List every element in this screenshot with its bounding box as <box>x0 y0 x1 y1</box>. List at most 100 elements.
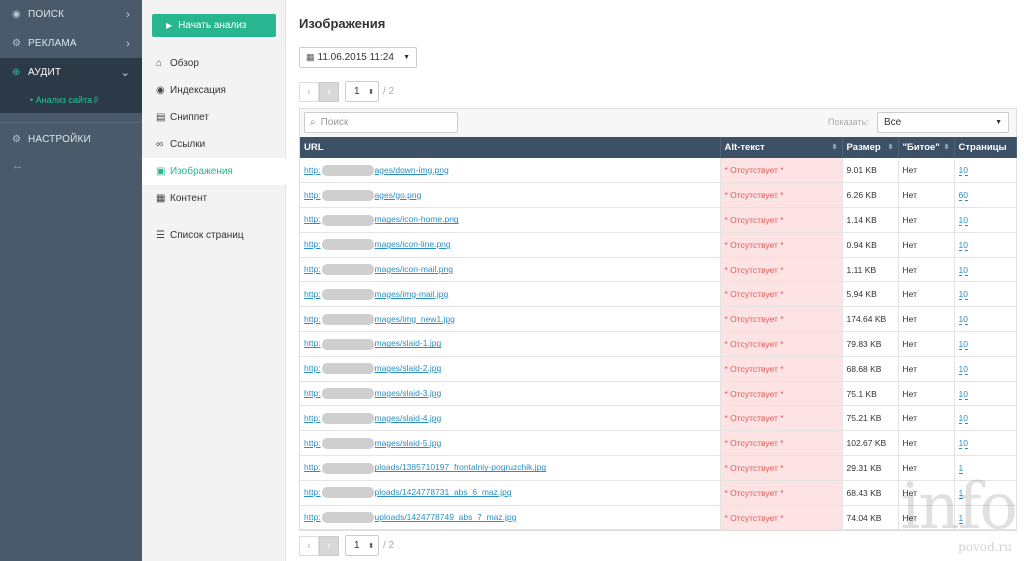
column-header-alt[interactable]: Alt-текст ⬍ <box>720 137 843 158</box>
table-row: http: ages/down-img.png * Отсутствует * 9.0… <box>300 158 1017 184</box>
url-path: mages/icon-mail.png <box>374 263 453 274</box>
pages-count-link[interactable]: 10 <box>958 388 968 400</box>
image-url-link[interactable]: http: mages/slaid-1.jpg <box>304 338 441 350</box>
url-path: mages/img_new1.jpg <box>374 313 455 324</box>
pages-count-link[interactable]: 10 <box>958 338 968 350</box>
start-analysis-label: Начать анализ <box>178 20 247 31</box>
nav-item-label: АУДИТ <box>28 67 62 78</box>
pages-count-link[interactable]: 10 <box>958 363 968 375</box>
page-number-input[interactable]: 1 ⬍ <box>345 535 379 556</box>
page-number-value: 1 <box>354 86 360 97</box>
size-cell: 174.64 KB <box>842 306 899 333</box>
caret-down-icon: ▼ <box>403 54 410 61</box>
next-page-button[interactable]: › <box>319 81 339 102</box>
url-prefix: http: <box>304 511 321 522</box>
url-prefix: http: <box>304 239 321 250</box>
table-row: http: mages/icon-home.png * Отсутствует * 1… <box>300 207 1017 233</box>
sort-icon: ⬍ <box>831 144 838 151</box>
redacted-domain <box>321 214 374 226</box>
broken-cell: Нет <box>898 182 955 209</box>
column-header-broken[interactable]: "Битое" ⬍ <box>898 137 955 158</box>
image-url-link[interactable]: http: mages/slaid-5.jpg <box>304 438 441 449</box>
link-icon: ∞ <box>156 139 164 150</box>
pages-count-link[interactable]: 10 <box>958 438 968 450</box>
caret-down-icon: ▼ <box>995 119 1002 126</box>
page-title: Изображения <box>299 16 386 31</box>
pages-cell: 60 <box>954 182 1017 209</box>
size-cell: 102.67 KB <box>842 430 899 457</box>
pages-cell: 10 <box>954 232 1017 258</box>
filter-bar: ⌕ Поиск Показать: Все ▼ <box>300 109 1016 137</box>
image-url-link[interactable]: http: ages/down-img.png <box>304 164 449 176</box>
chevron-right-icon: › <box>126 37 130 50</box>
table-row: http: mages/slaid-3.jpg * Отсутствует * 75.… <box>300 381 1017 407</box>
url-prefix: http: <box>304 189 321 200</box>
submenu-item-content[interactable]: ▦ Контент <box>142 185 286 212</box>
submenu-item-label: Список страниц <box>170 230 244 241</box>
submenu-item-snippet[interactable]: ▤ Сниппет <box>142 104 286 131</box>
pages-count-link[interactable]: 10 <box>958 165 968 177</box>
alt-text-cell: * Отсутствует * <box>720 405 843 432</box>
image-url-link[interactable]: http: ploads/1424778731_abs_6_maz.jpg <box>304 487 512 499</box>
nav-item-ads[interactable]: ⚙ РЕКЛАМА › <box>0 29 142 58</box>
watermark-domain: povod.ru <box>958 540 1012 554</box>
column-header-pages[interactable]: Страницы <box>954 137 1017 158</box>
document-icon: ▤ <box>156 112 166 123</box>
pages-count-link[interactable]: 10 <box>958 264 968 276</box>
spinner-icon: ⬍ <box>368 88 374 96</box>
pages-count-link[interactable]: 10 <box>958 214 968 226</box>
next-page-button[interactable]: › <box>319 535 339 556</box>
broken-cell: Нет <box>898 281 955 308</box>
column-header-label: Alt-текст <box>724 142 765 153</box>
redacted-domain <box>321 164 374 176</box>
pages-cell: 10 <box>954 306 1017 333</box>
column-header-size[interactable]: Размер ⬍ <box>842 137 899 158</box>
start-analysis-button[interactable]: ▶ Начать анализ <box>152 14 276 37</box>
pages-count-link[interactable]: 10 <box>958 413 968 425</box>
redacted-domain <box>321 313 374 325</box>
image-url-link[interactable]: http: mages/slaid-3.jpg <box>304 388 441 400</box>
prev-page-button[interactable]: ‹ <box>299 81 319 102</box>
page-number-input[interactable]: 1 ⬍ <box>345 81 379 102</box>
image-url-link[interactable]: http: mages/icon-home.png <box>304 214 459 226</box>
image-url-link[interactable]: http: mages/icon-mail.png <box>304 263 453 276</box>
redacted-domain <box>321 412 374 424</box>
pages-count-link[interactable]: 10 <box>958 239 968 251</box>
image-url-link[interactable]: http: mages/slaid-2.jpg <box>304 363 441 375</box>
image-url-link[interactable]: http: mages/img-mail.jpg <box>304 289 448 300</box>
pager-top: ‹ › 1 ⬍ / 2 <box>299 81 394 102</box>
url-cell: http: mages/slaid-5.jpg <box>300 430 721 457</box>
submenu-item-images[interactable]: ▣ Изображения <box>142 158 287 185</box>
nav-item-settings[interactable]: ⚙ НАСТРОЙКИ <box>0 125 142 154</box>
collapse-nav-icon[interactable]: ↔ <box>0 154 142 172</box>
date-select[interactable]: ▦ 11.06.2015 11:24 ▼ <box>299 47 417 68</box>
prev-page-button[interactable]: ‹ <box>299 535 319 556</box>
submenu-item-overview[interactable]: ⌂ Обзор <box>142 50 286 77</box>
image-url-link[interactable]: http: ages/go.png <box>304 189 421 201</box>
image-url-link[interactable]: http: uploads/1424778749_abs_7_maz.jpg <box>304 511 516 524</box>
image-url-link[interactable]: http: mages/img_new1.jpg <box>304 313 455 325</box>
pages-count-link[interactable]: 10 <box>958 314 968 326</box>
nav-item-label: НАСТРОЙКИ <box>28 134 91 145</box>
nav-item-search[interactable]: ◉ ПОИСК › <box>0 0 142 29</box>
pages-count-link[interactable]: 10 <box>958 289 968 301</box>
image-url-link[interactable]: http: mages/slaid-4.jpg <box>304 412 441 424</box>
pages-count-link[interactable]: 60 <box>958 190 968 202</box>
nav-item-audit[interactable]: ⊕ АУДИТ ⌄ <box>0 58 142 87</box>
pages-cell: 10 <box>954 356 1017 382</box>
nav-subitem-site-analysis[interactable]: • Анализ сайта β <box>0 87 142 113</box>
show-select[interactable]: Все ▼ <box>877 112 1009 133</box>
broken-cell: Нет <box>898 158 955 184</box>
alt-text-cell: * Отсутствует * <box>720 455 843 481</box>
submenu-item-links[interactable]: ∞ Ссылки <box>142 131 286 158</box>
size-cell: 1.14 KB <box>842 207 899 233</box>
image-url-link[interactable]: http: mages/icon-line.png <box>304 239 451 251</box>
submenu-item-page-list[interactable]: ☰ Список страниц <box>142 222 286 249</box>
search-input[interactable]: ⌕ Поиск <box>304 112 458 133</box>
url-cell: http: mages/icon-mail.png <box>300 257 721 283</box>
submenu-item-indexing[interactable]: ◉ Индексация <box>142 77 286 104</box>
image-url-link[interactable]: http: ploads/1385710197_frontalniy-pogruz… <box>304 462 546 474</box>
url-path: ages/down-img.png <box>374 164 449 175</box>
column-header-url[interactable]: URL <box>300 137 721 158</box>
page-total: / 2 <box>383 540 395 551</box>
